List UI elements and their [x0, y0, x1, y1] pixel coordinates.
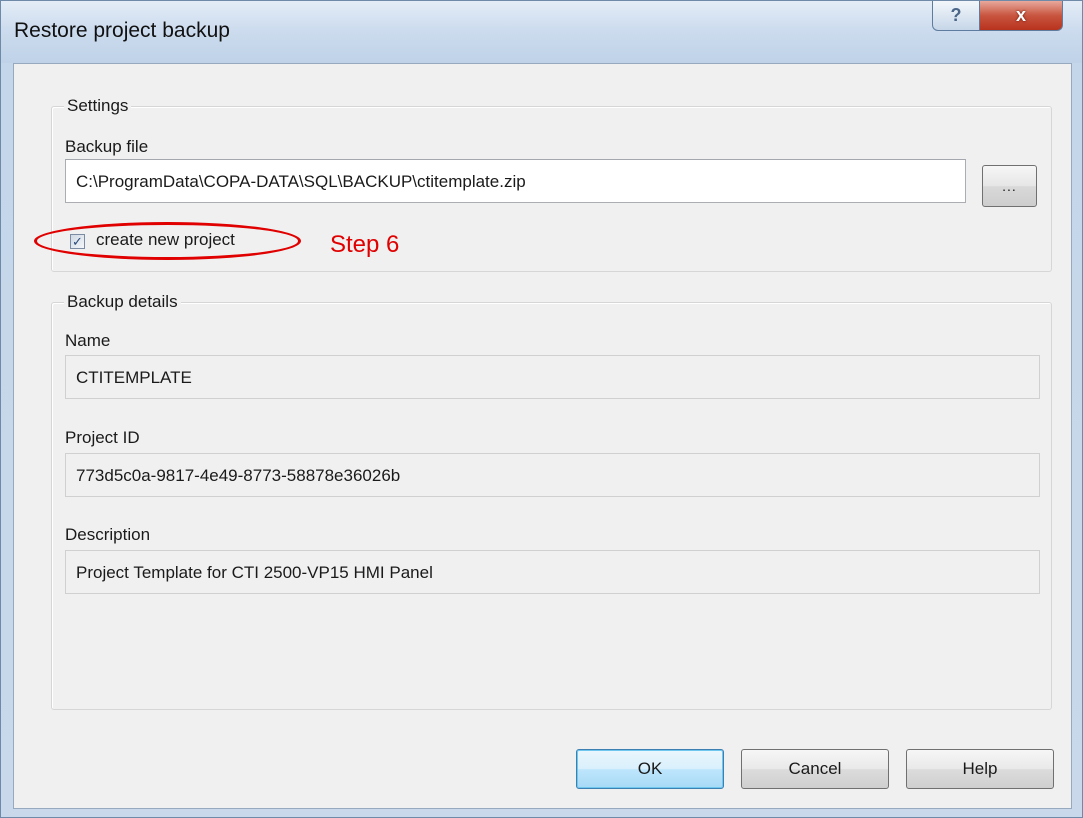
- project-id-label: Project ID: [65, 428, 140, 447]
- backup-file-label: Backup file: [65, 137, 149, 156]
- backup-file-input[interactable]: C:\ProgramData\COPA-DATA\SQL\BACKUP\ctit…: [65, 159, 966, 203]
- description-field: Project Template for CTI 2500-VP15 HMI P…: [65, 550, 1040, 594]
- annotation-step-label: Step 6: [330, 231, 400, 258]
- restore-backup-dialog: Restore project backup ? x Settings Back…: [0, 0, 1083, 818]
- browse-button[interactable]: ...: [982, 165, 1037, 207]
- name-field: CTITEMPLATE: [65, 355, 1040, 399]
- name-label: Name: [65, 331, 111, 350]
- cancel-button[interactable]: Cancel: [741, 749, 889, 789]
- title-bar: Restore project backup ? x: [1, 1, 1082, 63]
- close-icon[interactable]: x: [979, 1, 1063, 31]
- dialog-body: Settings Backup file C:\ProgramData\COPA…: [13, 63, 1072, 809]
- window-title: Restore project backup: [14, 19, 230, 42]
- help-icon[interactable]: ?: [932, 1, 980, 31]
- settings-group-label: Settings: [64, 96, 132, 116]
- project-id-field: 773d5c0a-9817-4e49-8773-58878e36026b: [65, 453, 1040, 497]
- description-label: Description: [65, 525, 151, 544]
- annotation-highlight-ellipse: [34, 222, 301, 260]
- backup-details-group-label: Backup details: [64, 292, 181, 312]
- ok-button[interactable]: OK: [576, 749, 724, 789]
- help-button[interactable]: Help: [906, 749, 1054, 789]
